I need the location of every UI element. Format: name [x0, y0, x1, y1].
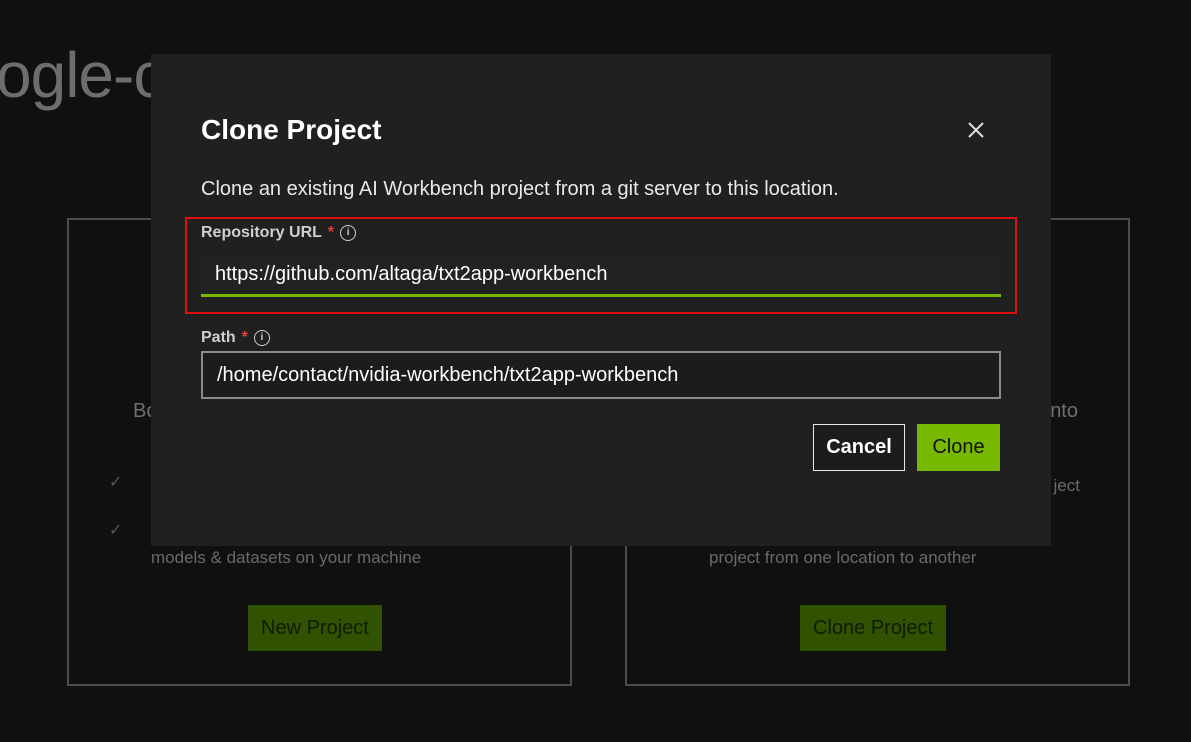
required-marker: * — [327, 224, 335, 241]
required-marker: * — [241, 329, 248, 346]
dialog-title: Clone Project — [201, 114, 382, 145]
close-icon[interactable] — [964, 118, 988, 142]
repository-url-input[interactable] — [201, 254, 1001, 297]
path-input[interactable] — [201, 351, 1001, 399]
card-text: project from one location to another — [709, 548, 977, 567]
clone-project-dialog: Clone Project Clone an existing AI Workb… — [151, 54, 1051, 546]
card-text: models & datasets on your machine — [151, 548, 422, 567]
path-label: Path * i — [201, 329, 270, 347]
dialog-description: Clone an existing AI Workbench project f… — [201, 178, 839, 200]
page-title: ogle-c — [0, 39, 165, 111]
clone-button[interactable]: Clone — [917, 424, 1000, 471]
new-project-button[interactable]: New Project — [248, 605, 382, 651]
card-text: ject — [1053, 476, 1080, 495]
label-text: Repository URL — [201, 224, 322, 241]
cancel-button[interactable]: Cancel — [813, 424, 905, 471]
clone-project-button[interactable]: Clone Project — [800, 605, 947, 651]
info-icon[interactable]: i — [253, 330, 270, 346]
info-icon[interactable]: i — [340, 225, 357, 241]
check-icon: ✓ — [109, 474, 123, 491]
repository-url-label: Repository URL * i — [201, 224, 357, 242]
label-text: Path — [201, 329, 236, 346]
check-icon: ✓ — [109, 522, 123, 539]
card-heading: nto — [1050, 400, 1078, 422]
